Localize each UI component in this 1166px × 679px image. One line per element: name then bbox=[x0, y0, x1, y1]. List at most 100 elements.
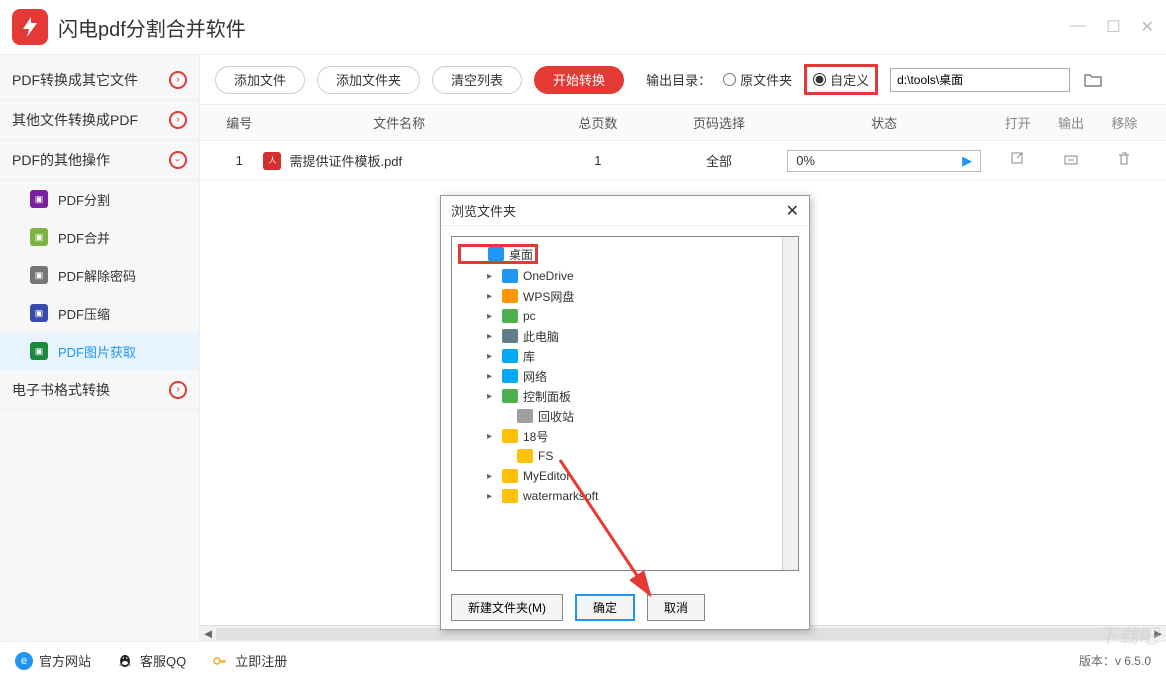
open-button[interactable] bbox=[991, 151, 1044, 170]
add-folder-button[interactable]: 添加文件夹 bbox=[317, 66, 420, 94]
expand-icon[interactable]: ▸ bbox=[487, 331, 497, 342]
expand-icon[interactable]: ▸ bbox=[487, 291, 497, 302]
file-type-icon: ▣ bbox=[30, 342, 48, 360]
tree-node-label: 网络 bbox=[523, 368, 547, 385]
radio-label: 自定义 bbox=[830, 70, 869, 89]
folder-tree[interactable]: 桌面▸OneDrive▸WPS网盘▸pc▸此电脑▸库▸网络▸控制面板回收站▸18… bbox=[451, 236, 799, 571]
sidebar-group-ebook[interactable]: 电子书格式转换 › bbox=[0, 370, 199, 410]
sidebar-item-label: PDF压缩 bbox=[58, 304, 110, 323]
chevron-right-icon: › bbox=[169, 111, 187, 129]
folder-icon bbox=[502, 469, 518, 483]
expand-icon[interactable]: ▸ bbox=[487, 431, 497, 442]
titlebar: 闪电pdf分割合并软件 — ☐ ✕ bbox=[0, 0, 1166, 55]
expand-icon[interactable]: ▸ bbox=[487, 351, 497, 362]
sidebar-group-other-ops[interactable]: PDF的其他操作 › bbox=[0, 140, 199, 180]
expand-icon[interactable]: ▸ bbox=[487, 371, 497, 382]
link-label: 立即注册 bbox=[235, 651, 287, 670]
table-row[interactable]: 1 人 需提供证件模板.pdf 1 全部 0% ▶ bbox=[200, 141, 1166, 181]
col-export: 输出 bbox=[1044, 113, 1097, 132]
expand-icon[interactable]: ▸ bbox=[487, 311, 497, 322]
vertical-scrollbar[interactable] bbox=[782, 237, 798, 570]
tree-node[interactable]: ▸ 网络 bbox=[452, 366, 798, 386]
version-label: 版本：v 6.5.0 bbox=[1079, 652, 1151, 669]
output-dir-label: 输出目录： bbox=[646, 70, 711, 89]
tree-node[interactable]: 回收站 bbox=[452, 406, 798, 426]
radio-original-folder[interactable]: 原文件夹 bbox=[723, 70, 792, 89]
start-convert-button[interactable]: 开始转换 bbox=[534, 66, 624, 94]
app-title: 闪电pdf分割合并软件 bbox=[58, 13, 246, 42]
tree-node[interactable]: ▸watermarksoft bbox=[452, 486, 798, 506]
tree-node-label: FS bbox=[538, 449, 553, 463]
col-open: 打开 bbox=[991, 113, 1044, 132]
col-pages: 总页数 bbox=[535, 113, 661, 132]
sidebar-group-convert-to-pdf[interactable]: 其他文件转换成PDF › bbox=[0, 100, 199, 140]
tree-node[interactable]: ▸库 bbox=[452, 346, 798, 366]
play-icon[interactable]: ▶ bbox=[962, 153, 972, 169]
open-icon bbox=[1010, 151, 1026, 167]
tree-node-label: 18号 bbox=[523, 428, 548, 445]
tree-node-label: 控制面板 bbox=[523, 388, 571, 405]
expand-icon[interactable]: ▸ bbox=[487, 391, 497, 402]
export-icon bbox=[1063, 151, 1079, 167]
output-path-input[interactable] bbox=[890, 68, 1070, 92]
tree-node[interactable]: ▸ WPS网盘 bbox=[452, 286, 798, 306]
sidebar: PDF转换成其它文件 › 其他文件转换成PDF › PDF的其他操作 › ▣PD… bbox=[0, 55, 200, 641]
user-icon bbox=[502, 309, 518, 323]
clear-list-button[interactable]: 清空列表 bbox=[432, 66, 522, 94]
tree-node[interactable]: ▸ 控制面板 bbox=[452, 386, 798, 406]
progress-bar[interactable]: 0% ▶ bbox=[787, 150, 981, 172]
cell-pages: 1 bbox=[535, 153, 661, 168]
tree-node[interactable]: ▸ pc bbox=[452, 306, 798, 326]
tree-node[interactable]: ▸ 此电脑 bbox=[452, 326, 798, 346]
add-file-button[interactable]: 添加文件 bbox=[215, 66, 305, 94]
new-folder-button[interactable]: 新建文件夹(M) bbox=[451, 594, 563, 621]
cell-range[interactable]: 全部 bbox=[661, 151, 777, 170]
file-type-icon: ▣ bbox=[30, 266, 48, 284]
scroll-left-icon[interactable]: ◄ bbox=[200, 626, 216, 641]
tree-node[interactable]: ▸MyEditor bbox=[452, 466, 798, 486]
radio-custom-folder[interactable]: 自定义 bbox=[804, 64, 878, 95]
export-button[interactable] bbox=[1044, 151, 1097, 170]
cancel-button[interactable]: 取消 bbox=[647, 594, 705, 621]
cell-idx: 1 bbox=[215, 153, 263, 168]
sidebar-item-2[interactable]: ▣ PDF解除密码 bbox=[0, 256, 199, 294]
register-link[interactable]: 立即注册 bbox=[211, 651, 287, 670]
tree-node[interactable]: ▸ 18号 bbox=[452, 426, 798, 446]
sidebar-item-0[interactable]: ▣PDF分割 bbox=[0, 180, 199, 218]
sidebar-item-4[interactable]: ▣PDF图片获取 bbox=[0, 332, 199, 370]
tree-node-label: 桌面 bbox=[509, 246, 533, 263]
file-type-icon: ▣ bbox=[30, 304, 48, 322]
tree-node[interactable]: 桌面 bbox=[458, 244, 538, 264]
sidebar-group-label: PDF的其他操作 bbox=[12, 150, 110, 170]
desktop-icon bbox=[488, 247, 504, 261]
sidebar-group-convert-from-pdf[interactable]: PDF转换成其它文件 › bbox=[0, 60, 199, 100]
tree-node-label: 回收站 bbox=[538, 408, 574, 425]
pc-icon bbox=[502, 329, 518, 343]
sidebar-item-3[interactable]: ▣ PDF压缩 bbox=[0, 294, 199, 332]
tree-node-label: pc bbox=[523, 309, 536, 323]
close-button[interactable]: ✕ bbox=[1141, 17, 1154, 37]
sidebar-item-1[interactable]: ▣PDF合并 bbox=[0, 218, 199, 256]
tree-node-label: WPS网盘 bbox=[523, 288, 574, 305]
tree-node[interactable]: FS bbox=[452, 446, 798, 466]
expand-icon[interactable]: ▸ bbox=[487, 491, 497, 502]
maximize-button[interactable]: ☐ bbox=[1106, 17, 1120, 37]
tree-node-label: OneDrive bbox=[523, 269, 574, 283]
tree-node-label: 库 bbox=[523, 348, 535, 365]
tree-node-label: 此电脑 bbox=[523, 328, 559, 345]
expand-icon[interactable]: ▸ bbox=[487, 271, 497, 282]
sidebar-item-label: PDF解除密码 bbox=[58, 266, 136, 285]
watermark: 下载吧 bbox=[1098, 620, 1158, 649]
expand-icon[interactable]: ▸ bbox=[487, 471, 497, 482]
delete-button[interactable] bbox=[1098, 151, 1151, 170]
browse-folder-button[interactable] bbox=[1082, 69, 1104, 91]
official-site-link[interactable]: e 官方网站 bbox=[15, 651, 91, 670]
tree-node[interactable]: ▸ OneDrive bbox=[452, 266, 798, 286]
ok-button[interactable]: 确定 bbox=[575, 594, 635, 621]
col-idx: 编号 bbox=[215, 113, 263, 132]
qq-support-link[interactable]: 客服QQ bbox=[116, 651, 186, 670]
minimize-button[interactable]: — bbox=[1070, 17, 1086, 37]
sidebar-group-label: 电子书格式转换 bbox=[12, 380, 110, 400]
table-header: 编号 文件名称 总页数 页码选择 状态 打开 输出 移除 bbox=[200, 105, 1166, 141]
dialog-close-button[interactable]: ✕ bbox=[786, 201, 799, 221]
